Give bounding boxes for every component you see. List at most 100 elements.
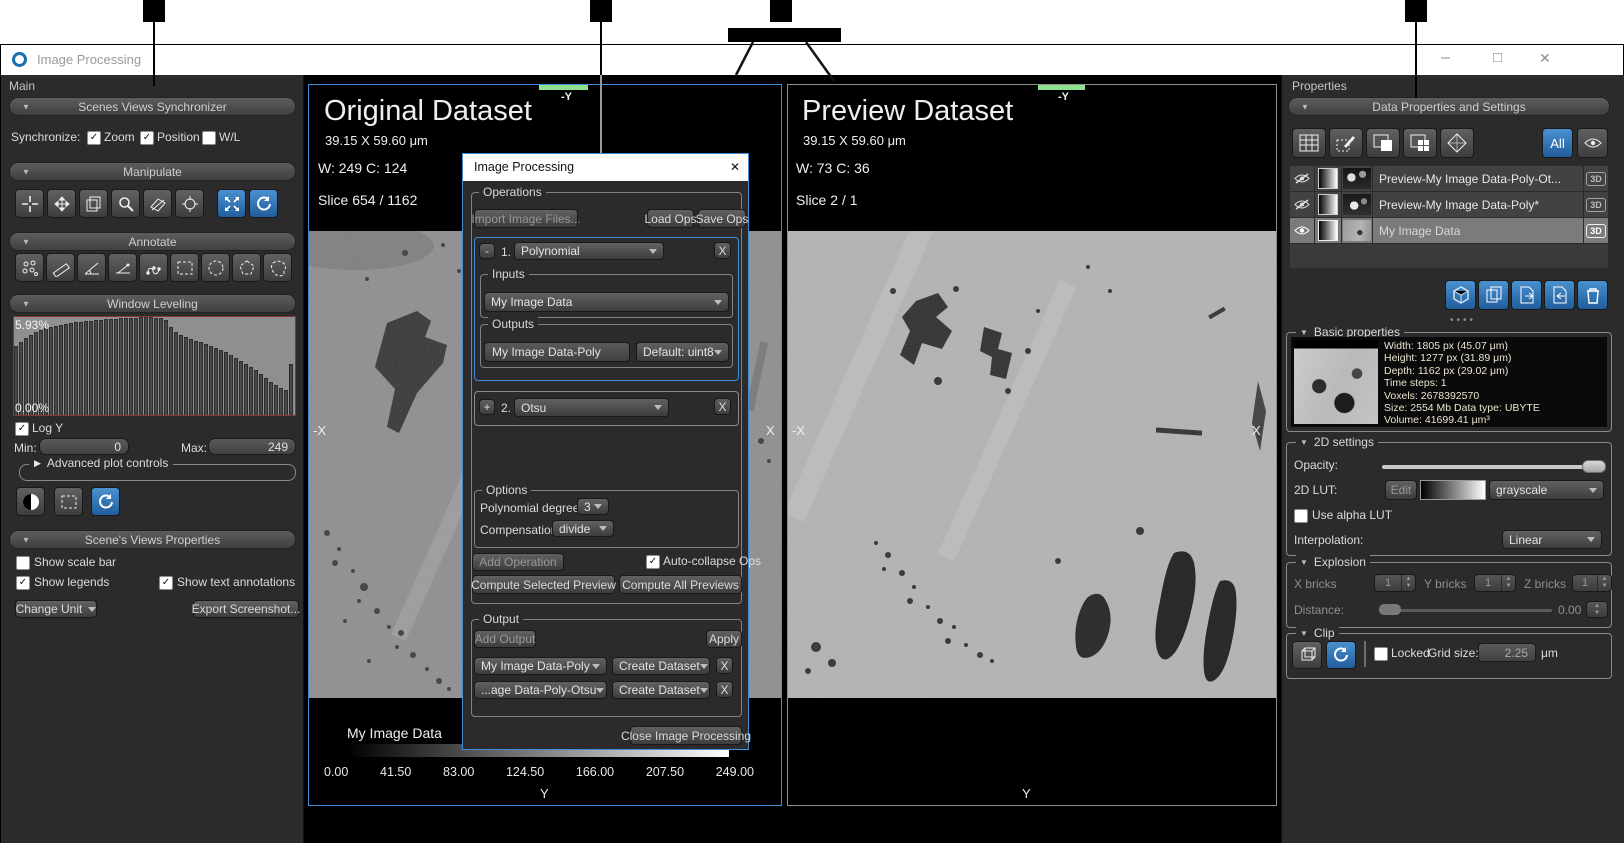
use-alpha-lut-checkbox[interactable] (1294, 509, 1308, 523)
show-all-button[interactable]: All (1542, 128, 1573, 158)
edit-lut-button[interactable]: Edit (1385, 480, 1417, 500)
histogram-plot[interactable] (13, 316, 296, 416)
operation-2-remove-button[interactable]: X (714, 398, 731, 415)
colormap-thumbnail[interactable] (1315, 166, 1341, 191)
rectangle-annotation-button[interactable] (170, 253, 199, 282)
dataset-row[interactable]: Preview-My Image Data-Poly-Ot... 3D (1290, 166, 1608, 191)
operation-2-expand-button[interactable]: + (479, 399, 495, 415)
dataset-thumbnail[interactable] (1342, 218, 1372, 243)
import-dataset-button[interactable] (1544, 280, 1575, 310)
geometry-button[interactable] (1440, 128, 1474, 158)
close-button[interactable]: ✕ (1539, 50, 1551, 67)
polynomial-degree-dropdown[interactable]: 3 (577, 498, 609, 515)
output-row-2-remove-button[interactable]: X (716, 681, 733, 698)
scene-views-properties-header[interactable]: ▼ Scene's Views Properties (9, 530, 296, 549)
colormap-thumbnail[interactable] (1315, 218, 1341, 243)
crosshair-tool-button[interactable] (15, 189, 44, 218)
grid-size-field[interactable]: 2.25 (1478, 643, 1536, 662)
output-row-1-remove-button[interactable]: X (716, 657, 733, 674)
minimize-button[interactable]: – (1441, 49, 1450, 67)
single-viewer-button[interactable] (1366, 128, 1400, 158)
auto-collapse-checkbox[interactable]: ✓ (646, 555, 660, 569)
table-view-button[interactable] (1292, 128, 1326, 158)
annotate-header[interactable]: ▼ Annotate (9, 232, 296, 251)
spinner-arrows-icon[interactable]: ▲▼ (1501, 575, 1515, 591)
clip-reset-button[interactable] (1326, 641, 1356, 669)
synchronizer-header[interactable]: ▼ Scenes Views Synchronizer (9, 97, 296, 116)
spline-annotation-button[interactable] (139, 253, 168, 282)
slice-stack-button[interactable] (79, 189, 108, 218)
data-properties-header[interactable]: ▼ Data Properties and Settings (1288, 97, 1610, 116)
distance-slider-handle[interactable] (1379, 604, 1401, 615)
max-value-field[interactable]: 249 (208, 438, 296, 455)
distance-slider-track[interactable] (1379, 609, 1552, 612)
visibility-on-icon[interactable] (1290, 218, 1314, 243)
distance-spinner[interactable]: ▲▼ (1586, 601, 1608, 618)
advanced-plot-expander[interactable]: ▶ Advanced plot controls (29, 456, 173, 470)
preview-dataset-view[interactable]: -Y Preview Dataset 39.15 X 59.60 μm W: 7… (787, 84, 1277, 806)
window-leveling-header[interactable]: ▼ Window Leveling (9, 294, 296, 313)
close-image-processing-button[interactable]: Close Image Processing (630, 726, 742, 745)
spinner-arrows-icon[interactable]: ▲▼ (1401, 575, 1415, 591)
operation-1-collapse-button[interactable]: - (479, 243, 495, 259)
manipulate-header[interactable]: ▼ Manipulate (9, 162, 296, 181)
angle2-annotation-button[interactable] (108, 253, 137, 282)
opacity-slider-handle[interactable] (1582, 460, 1606, 473)
visibility-toggle-button[interactable] (1577, 128, 1608, 158)
angle-annotation-button[interactable] (77, 253, 106, 282)
add-output-button[interactable]: Add Output (474, 630, 536, 648)
show-legends-checkbox[interactable]: ✓ (16, 576, 30, 590)
show-scale-bar-checkbox[interactable] (16, 556, 30, 570)
output-type-dropdown[interactable]: Default: uint8 (636, 342, 729, 362)
preview-micrograph-image[interactable] (788, 231, 1276, 698)
pan-tool-button[interactable] (47, 189, 76, 218)
sync-position-checkbox[interactable]: ✓ (140, 131, 154, 145)
circle-annotation-button[interactable] (201, 253, 230, 282)
clip-label[interactable]: ▼ Clip (1296, 626, 1339, 640)
target-tool-button[interactable] (175, 189, 204, 218)
load-ops-button[interactable]: Load Ops (647, 209, 694, 228)
spinner-arrows-icon[interactable]: ▲▼ (1587, 602, 1607, 617)
image-processing-dialog[interactable]: Image Processing ✕ Operations Import Ima… (462, 153, 749, 750)
operation-1-remove-button[interactable]: X (714, 242, 731, 259)
operation-2-type-dropdown[interactable]: Otsu (514, 398, 669, 417)
duplicate-dataset-button[interactable] (1478, 280, 1509, 310)
compensation-dropdown[interactable]: divide (552, 520, 614, 537)
point-annotation-button[interactable] (15, 253, 44, 282)
zoom-tool-button[interactable] (111, 189, 140, 218)
dataset-name[interactable]: My Image Data (1373, 218, 1583, 243)
export-screenshot-button[interactable]: Export Screenshot... (193, 600, 299, 618)
sync-wl-checkbox[interactable] (202, 131, 216, 145)
apply-button[interactable]: Apply (706, 630, 742, 648)
fit-view-button[interactable] (217, 189, 246, 218)
spinner-arrows-icon[interactable]: ▲▼ (1597, 575, 1611, 591)
multi-viewer-button[interactable] (1403, 128, 1437, 158)
convert-dataset-button[interactable] (1445, 280, 1476, 310)
dataset-name[interactable]: Preview-My Image Data-Poly-Ot... (1373, 166, 1583, 191)
output-row-1-action-dropdown[interactable]: Create Dataset (612, 657, 710, 675)
oblique-slice-button[interactable] (143, 189, 172, 218)
panel-drag-dots[interactable]: •••• (1450, 315, 1476, 326)
output-row-1-dataset-dropdown[interactable]: My Image Data-Poly (474, 657, 607, 675)
dialog-title-bar[interactable]: Image Processing ✕ (463, 154, 748, 181)
region-select-button[interactable] (54, 487, 83, 516)
min-value-field[interactable]: 0 (39, 438, 129, 455)
opacity-slider-track[interactable] (1382, 465, 1604, 469)
invert-contrast-button[interactable] (16, 487, 45, 516)
y-bricks-spinner[interactable]: 1▲▼ (1474, 574, 1516, 592)
sync-zoom-checkbox[interactable]: ✓ (87, 131, 101, 145)
polygon-annotation-button[interactable] (232, 253, 261, 282)
x-bricks-spinner[interactable]: 1▲▼ (1374, 574, 1416, 592)
delete-dataset-button[interactable] (1577, 280, 1608, 310)
lut-dropdown[interactable]: grayscale (1489, 480, 1604, 500)
dataset-row-selected[interactable]: My Image Data 3D (1290, 218, 1608, 243)
add-operation-button[interactable]: Add Operation (472, 553, 564, 571)
operation-1-type-dropdown[interactable]: Polynomial (514, 242, 664, 260)
output-row-2-dataset-dropdown[interactable]: ...age Data-Poly-Otsu (474, 681, 607, 699)
visibility-off-icon[interactable] (1290, 166, 1314, 191)
ruler-annotation-button[interactable] (46, 253, 75, 282)
dialog-close-icon[interactable]: ✕ (730, 160, 740, 174)
measure-edit-button[interactable] (1329, 128, 1363, 158)
reset-view-button[interactable] (249, 189, 278, 218)
output-name-field[interactable]: My Image Data-Poly (484, 342, 630, 362)
